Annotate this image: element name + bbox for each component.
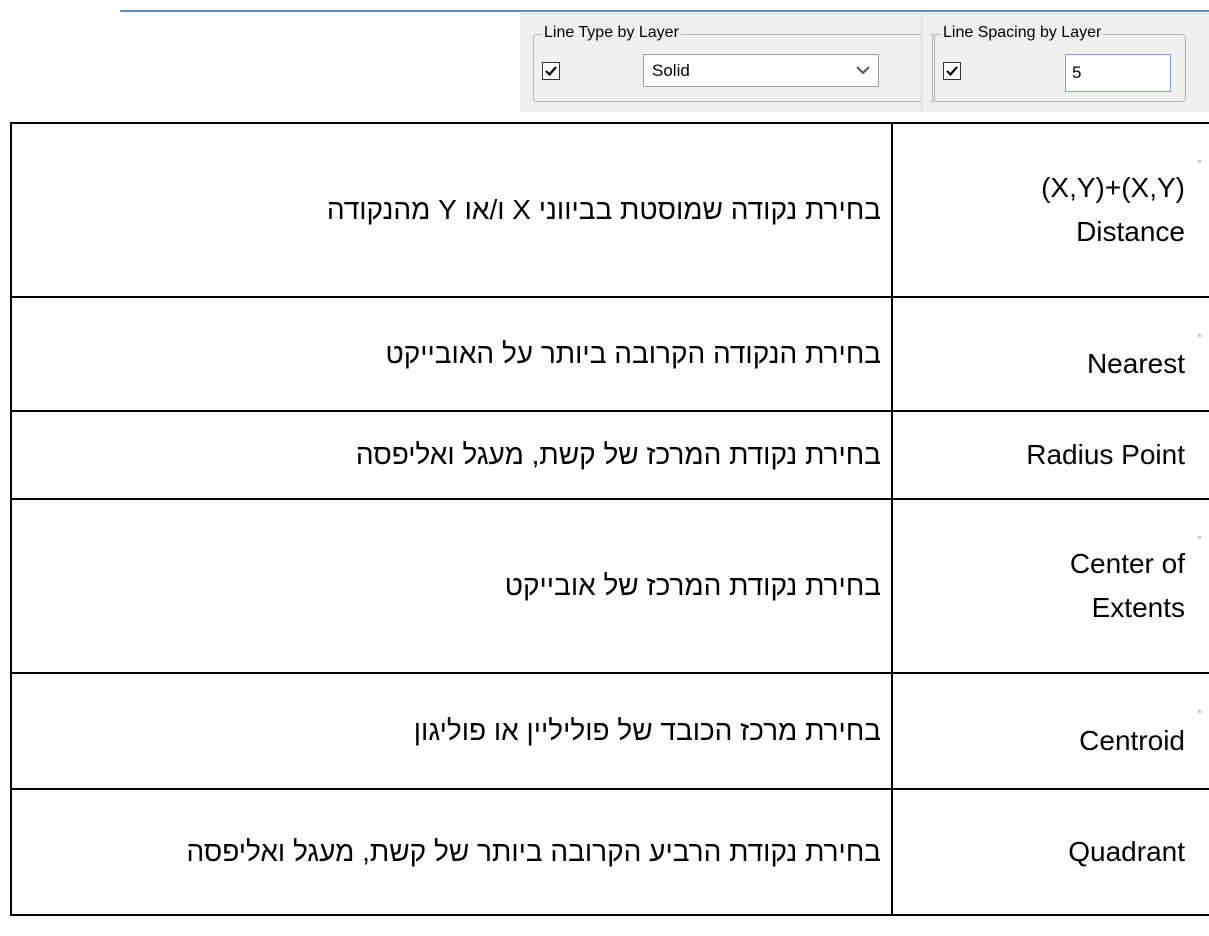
table-row: בחירת נקודת הרביע הקרובה ביותר של קשת, מ… <box>10 788 1209 916</box>
top-rule <box>120 10 1209 12</box>
row-name: Radius Point <box>891 410 1209 500</box>
line-spacing-by-layer-label: Line Spacing by Layer <box>941 24 1104 42</box>
row-name: Quadrant <box>891 788 1209 916</box>
row-name: Nearest <box>891 296 1209 412</box>
checkmark-icon <box>545 66 557 77</box>
row-name: Center of Extents <box>891 498 1209 674</box>
line-type-by-layer-checkbox[interactable] <box>542 62 560 80</box>
line-type-by-layer-group: Line Type by Layer Solid <box>533 24 935 102</box>
row-name: (X,Y)+(X,Y) Distance <box>891 122 1209 298</box>
line-type-select[interactable]: Solid <box>643 54 879 87</box>
table-row: בחירת נקודת המרכז של אובייקט Center of E… <box>10 498 1209 674</box>
row-name-text: Nearest <box>1086 348 1185 379</box>
line-spacing-value: 5 <box>1072 63 1082 82</box>
row-description: בחירת נקודת המרכז של קשת, מעגל ואליפסה <box>10 410 893 500</box>
row-description: בחירת הנקודה הקרובה ביותר על האובייקט <box>10 296 893 412</box>
toolbar-separator <box>921 14 930 112</box>
table-row: בחירת נקודה שמוסטת בביווני X ו/או Y מהנק… <box>10 122 1209 298</box>
line-spacing-input[interactable]: 5 <box>1065 54 1171 92</box>
chevron-down-icon <box>856 66 870 75</box>
table-row: בחירת הנקודה הקרובה ביותר על האובייקט Ne… <box>10 296 1209 412</box>
line-type-by-layer-label: Line Type by Layer <box>542 24 681 42</box>
line-type-select-value: Solid <box>652 61 690 80</box>
row-description: בחירת מרכז הכובד של פוליליין או פוליגון <box>10 672 893 790</box>
row-name-text: Center of Extents <box>1069 548 1185 623</box>
row-name-text: Quadrant <box>1068 836 1185 867</box>
snap-modes-table: בחירת נקודה שמוסטת בביווני X ו/או Y מהנק… <box>10 122 1209 916</box>
row-description: בחירת נקודה שמוסטת בביווני X ו/או Y מהנק… <box>10 122 893 298</box>
table-row: בחירת מרכז הכובד של פוליליין או פוליגון … <box>10 672 1209 790</box>
row-description: בחירת נקודת הרביע הקרובה ביותר של קשת, מ… <box>10 788 893 916</box>
row-description: בחירת נקודת המרכז של אובייקט <box>10 498 893 674</box>
line-settings-toolbar: Line Type by Layer Solid Line Spacing by… <box>520 13 1209 112</box>
row-name-text: Radius Point <box>1026 439 1185 470</box>
row-name-text: Centroid <box>1079 725 1185 756</box>
row-name: Centroid <box>891 672 1209 790</box>
table-row: בחירת נקודת המרכז של קשת, מעגל ואליפסה R… <box>10 410 1209 500</box>
checkmark-icon <box>946 66 958 77</box>
line-spacing-by-layer-checkbox[interactable] <box>943 62 961 80</box>
row-name-text: (X,Y)+(X,Y) Distance <box>1041 172 1185 247</box>
line-spacing-by-layer-group: Line Spacing by Layer 5 <box>932 24 1186 102</box>
